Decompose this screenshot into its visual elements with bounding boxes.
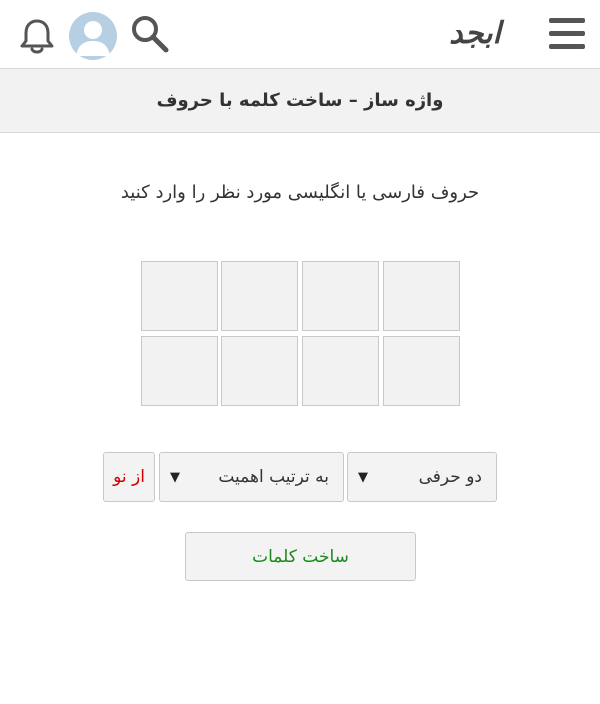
logo-text: ابجد bbox=[449, 16, 504, 51]
page-title: واژه ساز – ساخت کلمه با حروف bbox=[156, 90, 444, 111]
letter-count-select[interactable]: دو حرفی ▼ bbox=[347, 452, 497, 502]
reset-button[interactable]: از نو bbox=[103, 452, 155, 502]
search-icon[interactable] bbox=[128, 12, 172, 56]
order-select[interactable]: به ترتیب اهمیت ▼ bbox=[159, 452, 344, 502]
letter-count-value: دو حرفی bbox=[418, 467, 482, 487]
menu-icon[interactable] bbox=[546, 14, 588, 54]
avatar[interactable] bbox=[69, 12, 117, 60]
letter-cell[interactable] bbox=[302, 261, 379, 331]
letter-cell[interactable] bbox=[141, 336, 218, 406]
logo[interactable]: ابجد bbox=[416, 11, 534, 53]
page-title-bar: واژه ساز – ساخت کلمه با حروف bbox=[0, 69, 600, 133]
dropdown-arrow-icon: ▼ bbox=[170, 469, 180, 485]
letter-cell[interactable] bbox=[141, 261, 218, 331]
letter-cell[interactable] bbox=[221, 336, 298, 406]
top-bar: ابجد bbox=[0, 0, 600, 69]
build-words-button[interactable]: ساخت کلمات bbox=[185, 532, 416, 581]
dropdown-arrow-icon: ▼ bbox=[358, 469, 368, 485]
letter-grid bbox=[141, 261, 460, 407]
instruction-text: حروف فارسی یا انگلیسی مورد نظر را وارد ک… bbox=[120, 182, 480, 203]
letter-cell[interactable] bbox=[383, 336, 460, 406]
order-value: به ترتیب اهمیت bbox=[218, 467, 329, 487]
bell-icon[interactable] bbox=[16, 15, 58, 57]
letter-cell[interactable] bbox=[221, 261, 298, 331]
letter-cell[interactable] bbox=[302, 336, 379, 406]
letter-cell[interactable] bbox=[383, 261, 460, 331]
